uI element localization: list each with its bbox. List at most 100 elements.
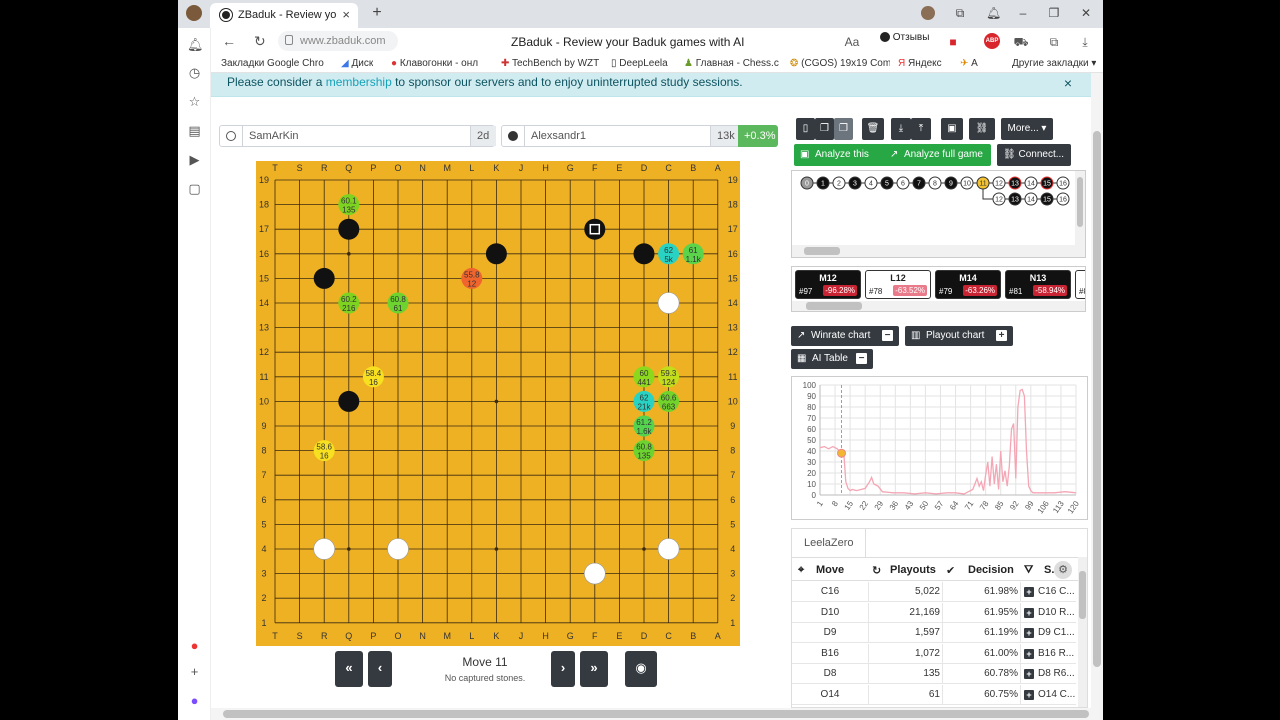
- new-file-icon[interactable]: ▯: [796, 118, 815, 140]
- ai-table-toggle[interactable]: ▦ AI Table −: [791, 349, 873, 369]
- reload-icon[interactable]: ↻: [254, 33, 266, 50]
- expand-sequence-icon[interactable]: +: [1024, 648, 1034, 659]
- save-icon[interactable]: ▣: [941, 118, 963, 140]
- winrate-chart-toggle[interactable]: ↗ Winrate chart −: [791, 326, 899, 346]
- table-row[interactable]: D10 21,169 61.95% D10 R... +: [792, 602, 1076, 623]
- first-move-button[interactable]: «: [335, 651, 363, 687]
- expand-sequence-icon[interactable]: +: [1024, 689, 1034, 700]
- more-button[interactable]: More... ▾: [1001, 118, 1053, 140]
- delete-icon[interactable]: 🗑︎: [862, 118, 884, 140]
- board-svg[interactable]: TTSSRRQQPPOONNMMLLKKJJHHGGFFEEDDCCBBAA19…: [256, 161, 740, 646]
- other-bookmarks[interactable]: Другие закладки ▾: [1012, 58, 1096, 69]
- link-icon[interactable]: ⛓: [969, 118, 995, 140]
- car-icon[interactable]: ⛟: [1013, 34, 1029, 50]
- add-panel-icon[interactable]: +: [187, 664, 202, 679]
- page-hscroll-thumb[interactable]: [223, 710, 1089, 718]
- bookmark-item[interactable]: ✚ TechBench by WZT: [501, 58, 601, 69]
- back-icon[interactable]: ←: [222, 33, 236, 49]
- mistake-card[interactable]: M12 #97 -96.28%: [795, 270, 861, 299]
- col-move[interactable]: Move: [816, 564, 844, 576]
- bookmark-icon[interactable]: ■: [945, 34, 961, 50]
- close-tab-icon[interactable]: ×: [342, 7, 350, 22]
- minimize-icon[interactable]: –: [1016, 6, 1030, 20]
- history-icon[interactable]: ◷: [187, 65, 202, 80]
- tree-svg[interactable]: 0 1 2 3 4 5 6 7 8 9 10 11 12 13 14 15 1612 13 14 15 16: [792, 171, 1085, 257]
- notifications-icon[interactable]: 🔔︎: [986, 6, 1001, 20]
- user-icon[interactable]: [921, 6, 935, 20]
- banner-close-button[interactable]: ×: [1064, 75, 1072, 91]
- video-icon[interactable]: ▶: [187, 152, 202, 167]
- last-move-button[interactable]: »: [580, 651, 608, 687]
- adblock-icon[interactable]: ABP: [984, 33, 1000, 49]
- white-player-name[interactable]: SamArKin: [242, 126, 470, 146]
- expand-sequence-icon[interactable]: +: [1024, 607, 1034, 618]
- mistake-card[interactable]: M14 #79 -63.26%: [935, 270, 1001, 299]
- extensions-icon[interactable]: ⧉: [1046, 34, 1062, 50]
- star-icon[interactable]: ☆: [187, 94, 202, 109]
- playout-chart-toggle[interactable]: ▥ Playout chart +: [905, 326, 1013, 346]
- mistake-card[interactable]: L12 #78 -63.52%: [865, 270, 931, 299]
- settings-gear-icon[interactable]: ⚙: [1054, 561, 1072, 579]
- table-scroll-thumb[interactable]: [1079, 571, 1086, 619]
- analyze-this-button[interactable]: ▣ Analyze this: [794, 144, 884, 166]
- table-header: ⌖ Move ↻ Playouts ✔ Decision ⛛ S... ⚙: [792, 557, 1087, 581]
- collections-icon[interactable]: ▤: [187, 123, 202, 138]
- bookmark-item[interactable]: ❂ (CGOS) 19x19 Com: [790, 58, 890, 69]
- table-row[interactable]: D8 135 60.78% D8 R6... +: [792, 664, 1076, 684]
- bookmark-item[interactable]: ▯ DeepLeela: [611, 58, 681, 69]
- go-board[interactable]: T T S S R R Q Q P P O O N N M M L L K K J J H H G G F F E E D D C C B B A A 19…: [256, 161, 740, 646]
- close-window-icon[interactable]: ✕: [1079, 6, 1093, 20]
- col-playouts[interactable]: Playouts: [890, 564, 936, 576]
- maximize-icon[interactable]: ❐: [1047, 6, 1061, 20]
- assistant-icon[interactable]: ●: [187, 693, 202, 708]
- zen-icon[interactable]: ▢: [187, 181, 202, 196]
- table-row[interactable]: C16 5,022 61.98% C16 C... +: [792, 582, 1076, 602]
- membership-link[interactable]: membership: [326, 75, 392, 89]
- page-vertical-scrollbar[interactable]: [1091, 73, 1103, 708]
- url-field[interactable]: www.zbaduk.com: [278, 31, 398, 51]
- mistake-card[interactable]: N13 #81 -58.94%: [1005, 270, 1071, 299]
- table-row[interactable]: O14 61 60.75% O14 C... +: [792, 684, 1076, 705]
- bookmark-item[interactable]: ◢ Диск: [341, 58, 373, 69]
- table-row[interactable]: B16 1,072 61.00% B16 R... +: [792, 643, 1076, 664]
- paste-icon[interactable]: ❐: [834, 118, 853, 140]
- analyze-full-game-button[interactable]: ↗ Analyze full game: [884, 144, 991, 166]
- page-scroll-thumb[interactable]: [1093, 131, 1101, 667]
- bell-icon[interactable]: 🔔︎: [187, 37, 204, 52]
- mistakes-scrollbar[interactable]: [792, 301, 1085, 311]
- feedback-button[interactable]: Отзывы: [880, 32, 929, 43]
- bookmark-item[interactable]: Закладки Google Chro: [221, 58, 327, 69]
- col-decision[interactable]: Decision: [968, 564, 1014, 576]
- next-move-button[interactable]: ›: [551, 651, 575, 687]
- bookmark-item[interactable]: ● Клавогонки - онл: [391, 58, 481, 69]
- page-horizontal-scrollbar[interactable]: [211, 708, 1103, 720]
- download-sgf-icon[interactable]: ⤓: [891, 118, 911, 140]
- new-tab-button[interactable]: +: [368, 4, 386, 22]
- upload-sgf-icon[interactable]: ⤒: [911, 118, 931, 140]
- bookmark-manager-icon[interactable]: ⧉: [953, 6, 967, 20]
- table-scrollbar[interactable]: [1078, 557, 1087, 707]
- eye-toggle-button[interactable]: ◉: [625, 651, 657, 687]
- copy-icon[interactable]: ❐: [815, 118, 834, 140]
- connect-button[interactable]: ⛓ Connect...: [997, 144, 1071, 166]
- bookmark-item[interactable]: ✈ А: [960, 58, 978, 69]
- profile-avatar[interactable]: [186, 5, 202, 21]
- previous-move-button[interactable]: ‹: [368, 651, 392, 687]
- translate-icon[interactable]: Aa: [844, 34, 860, 50]
- engine-tab[interactable]: LeelaZero: [792, 529, 866, 557]
- table-row[interactable]: D9 1,597 61.19% D9 C1... +: [792, 623, 1076, 643]
- alice-icon[interactable]: ●: [187, 638, 202, 653]
- mistakes-scroll-thumb[interactable]: [806, 302, 862, 310]
- expand-sequence-icon[interactable]: +: [1024, 669, 1034, 679]
- active-tab[interactable]: ZBaduk - Review your Ba ×: [210, 3, 358, 28]
- winrate-chart[interactable]: 0 10 20 30 40 50 60 70 80 90 100 1 8 15 22 29 36 43 50 57 64…: [791, 376, 1088, 520]
- download-icon[interactable]: ⤓: [1077, 34, 1093, 50]
- expand-sequence-icon[interactable]: +: [1024, 587, 1034, 597]
- bookmark-item[interactable]: ♟ Главная - Chess.c: [684, 58, 780, 69]
- expand-sequence-icon[interactable]: +: [1024, 628, 1034, 638]
- black-player-name[interactable]: Alexsandr1: [524, 126, 710, 146]
- mistake-card[interactable]: #8: [1075, 270, 1085, 299]
- bookmark-item[interactable]: Я Яндекс: [898, 58, 942, 69]
- winrate-chart-svg[interactable]: 01020304050607080901001 8 15 22 29 36 43 50 57 64…: [792, 377, 1087, 519]
- game-tree[interactable]: 0 1 2 3 4 5 6 7 8 9 10 11 12 13 14 15 16 12 13 14 15 16: [791, 170, 1086, 258]
